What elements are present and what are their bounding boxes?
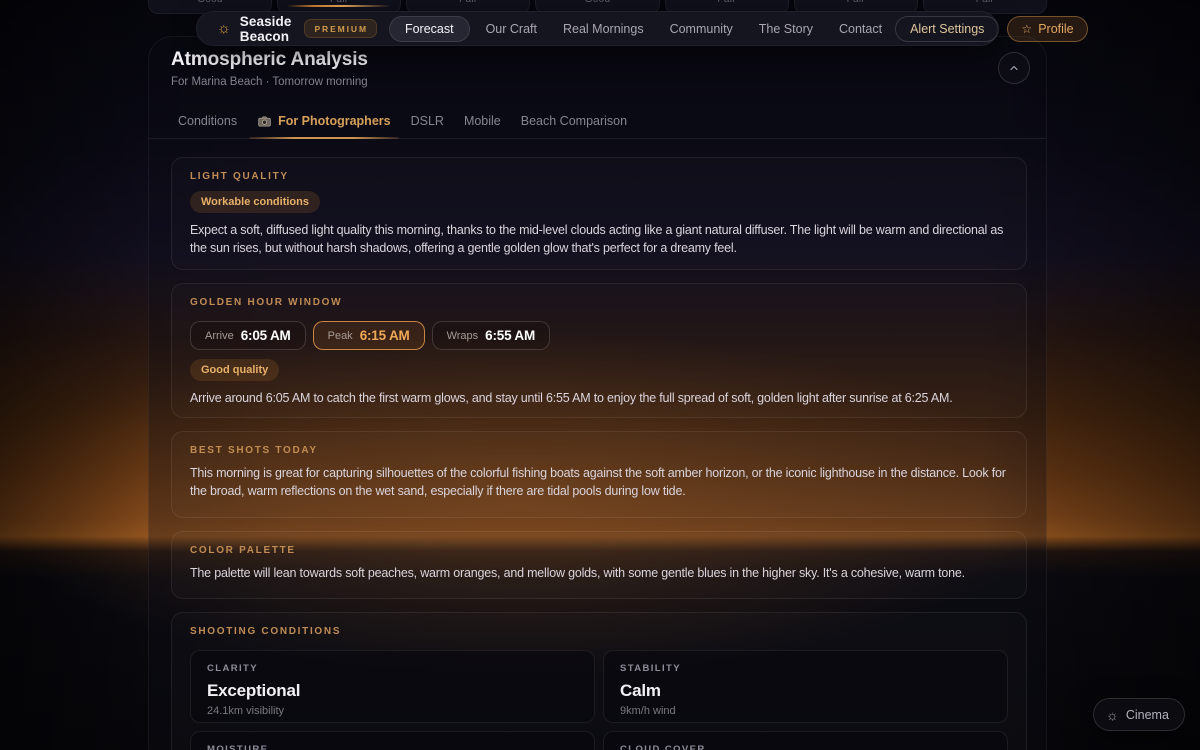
day-quality-label: Fair xyxy=(717,0,735,6)
panel-header: Atmospheric Analysis For Marina Beach · … xyxy=(171,49,368,88)
tab-mobile[interactable]: Mobile xyxy=(456,104,509,138)
condition-detail: 9km/h wind xyxy=(620,705,991,717)
sun-brightness-icon: ☼ xyxy=(1106,708,1119,722)
chip-label: Arrive xyxy=(205,330,234,342)
page-title: Atmospheric Analysis xyxy=(171,49,368,71)
arrive-time-chip: Arrive 6:05 AM xyxy=(190,321,306,350)
day-quality-label: Good xyxy=(585,0,611,6)
analysis-tabbar: Conditions For Photographers DSLR Mobile… xyxy=(149,104,1046,139)
stability-card: STABILITY Calm 9km/h wind xyxy=(603,650,1008,723)
day-quality-label: Fair xyxy=(976,0,994,6)
nav-link-forecast[interactable]: Forecast xyxy=(389,16,470,42)
nav-link-our-craft[interactable]: Our Craft xyxy=(473,22,550,36)
nav-link-contact[interactable]: Contact xyxy=(826,22,895,36)
chevron-up-icon xyxy=(1008,62,1020,74)
best-shots-text: This morning is great for capturing silh… xyxy=(190,465,1008,500)
good-quality-badge: Good quality xyxy=(190,359,279,381)
section-heading: LIGHT QUALITY xyxy=(190,171,1008,182)
premium-badge: PREMIUM xyxy=(304,19,376,38)
atmospheric-analysis-panel: Atmospheric Analysis For Marina Beach · … xyxy=(148,36,1047,750)
active-day-underline xyxy=(287,5,391,7)
peak-time-chip: Peak 6:15 AM xyxy=(313,321,425,350)
workable-conditions-badge: Workable conditions xyxy=(190,191,320,213)
chip-value: 6:15 AM xyxy=(360,328,410,343)
cloud-cover-card: CLOUD COVER xyxy=(603,731,1008,750)
chip-value: 6:05 AM xyxy=(241,328,291,343)
nav-link-community[interactable]: Community xyxy=(657,22,746,36)
section-best-shots-today: BEST SHOTS TODAY This morning is great f… xyxy=(171,431,1027,518)
tab-conditions[interactable]: Conditions xyxy=(170,104,245,138)
clarity-card: CLARITY Exceptional 24.1km visibility xyxy=(190,650,595,723)
golden-hour-chips: Arrive 6:05 AM Peak 6:15 AM Wraps 6:55 A… xyxy=(190,321,1008,350)
golden-hour-text: Arrive around 6:05 AM to catch the first… xyxy=(190,390,1008,408)
nav-link-the-story[interactable]: The Story xyxy=(746,22,826,36)
section-shooting-conditions: SHOOTING CONDITIONS CLARITY Exceptional … xyxy=(171,612,1027,750)
section-color-palette: COLOR PALETTE The palette will lean towa… xyxy=(171,531,1027,599)
section-heading: GOLDEN HOUR WINDOW xyxy=(190,297,1008,308)
camera-icon xyxy=(257,114,272,129)
condition-label: CLOUD COVER xyxy=(620,744,991,750)
tab-dslr[interactable]: DSLR xyxy=(403,104,452,138)
day-quality-label: Fair xyxy=(847,0,865,6)
light-quality-text: Expect a soft, diffused light quality th… xyxy=(190,222,1008,257)
section-light-quality: LIGHT QUALITY Workable conditions Expect… xyxy=(171,157,1027,270)
section-heading: SHOOTING CONDITIONS xyxy=(190,626,1008,637)
chip-label: Wraps xyxy=(447,330,479,342)
condition-label: MOISTURE xyxy=(207,744,578,750)
section-heading: BEST SHOTS TODAY xyxy=(190,445,1008,456)
top-navbar: ☼ Seaside Beacon PREMIUM Forecast Our Cr… xyxy=(196,11,998,46)
moisture-card: MOISTURE xyxy=(190,731,595,750)
nav-links: Forecast Our Craft Real Mornings Communi… xyxy=(389,16,895,42)
nav-actions: Alert Settings ☆ Profile xyxy=(895,16,1088,42)
condition-label: CLARITY xyxy=(207,663,578,674)
day-quality-label: Fair xyxy=(459,0,477,6)
profile-label: Profile xyxy=(1038,22,1073,36)
profile-button[interactable]: ☆ Profile xyxy=(1007,16,1087,42)
sun-logo-icon[interactable]: ☼ xyxy=(217,21,231,36)
section-heading: COLOR PALETTE xyxy=(190,545,1008,556)
brand-name[interactable]: Seaside Beacon xyxy=(240,14,292,44)
wraps-time-chip: Wraps 6:55 AM xyxy=(432,321,550,350)
page-subtitle: For Marina Beach · Tomorrow morning xyxy=(171,76,368,88)
day-quality-label: Good xyxy=(197,0,223,6)
nav-link-real-mornings[interactable]: Real Mornings xyxy=(550,22,657,36)
collapse-panel-button[interactable] xyxy=(998,52,1030,84)
star-icon: ☆ xyxy=(1021,23,1032,35)
color-palette-text: The palette will lean towards soft peach… xyxy=(190,565,1008,583)
condition-label: STABILITY xyxy=(620,663,991,674)
condition-detail: 24.1km visibility xyxy=(207,705,578,717)
tab-beach-comparison[interactable]: Beach Comparison xyxy=(513,104,635,138)
section-golden-hour-window: GOLDEN HOUR WINDOW Arrive 6:05 AM Peak 6… xyxy=(171,283,1027,418)
condition-value: Calm xyxy=(620,681,991,701)
conditions-grid: CLARITY Exceptional 24.1km visibility ST… xyxy=(190,650,1008,750)
condition-value: Exceptional xyxy=(207,681,578,701)
tab-for-photographers[interactable]: For Photographers xyxy=(249,104,399,138)
chip-label: Peak xyxy=(328,330,353,342)
chip-value: 6:55 AM xyxy=(485,328,535,343)
alert-settings-button[interactable]: Alert Settings xyxy=(895,16,999,42)
cinema-mode-button[interactable]: ☼ Cinema xyxy=(1093,698,1185,731)
cinema-label: Cinema xyxy=(1126,708,1169,722)
tab-label: For Photographers xyxy=(278,114,391,128)
